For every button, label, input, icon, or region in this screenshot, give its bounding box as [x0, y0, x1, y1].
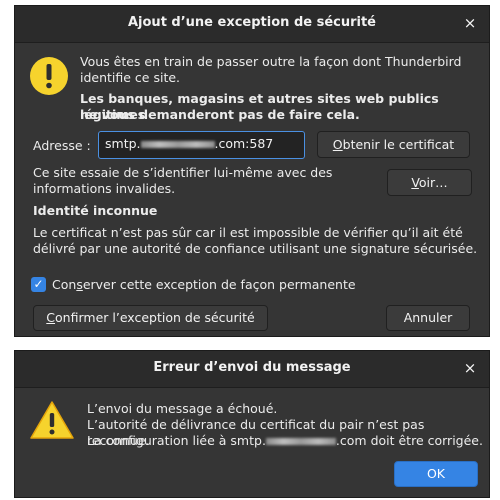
confirm-accel: C — [46, 310, 56, 325]
error-line-3-suffix: .com doit être corrigée. — [335, 433, 483, 448]
permanent-label[interactable]: Conserver cette exception de façon perma… — [52, 277, 356, 293]
titlebar[interactable]: Erreur d’envoi du message × — [15, 351, 489, 388]
address-label: Adresse : — [33, 138, 91, 153]
security-exception-dialog: Ajout d’une exception de sécurité × Vous… — [14, 5, 490, 337]
warning-line-2: ne vous demanderont pas de faire cela. — [80, 107, 360, 122]
warning-triangle-icon — [29, 399, 75, 445]
titlebar[interactable]: Ajout d’une exception de sécurité × — [15, 6, 489, 43]
error-line-3-prefix: La configuration liée à smtp. — [87, 433, 266, 448]
intro-line-2: identifie ce site. — [80, 70, 181, 85]
get-certificate-accel: O — [332, 137, 343, 152]
cancel-button[interactable]: Annuler — [386, 305, 470, 331]
confirm-label: onfirmer l’exception de sécurité — [55, 310, 255, 325]
ok-button[interactable]: OK — [394, 461, 478, 487]
close-icon[interactable]: × — [461, 14, 479, 32]
invalid-info-line-1: Ce site essaie de s’identifier lui-même … — [33, 165, 333, 180]
view-accel: V — [411, 175, 419, 190]
permanent-label-post: erver cette exception de façon permanent… — [82, 277, 356, 292]
confirm-exception-button[interactable]: Confirmer l’exception de sécurité — [33, 305, 268, 331]
invalid-info-line-2: informations invalides. — [33, 181, 176, 196]
permanent-label-pre: Con — [52, 277, 77, 292]
get-certificate-button[interactable]: Obtenir le certificat — [317, 131, 470, 158]
view-label: oir… — [418, 175, 448, 190]
error-line-1: L’envoi du message a échoué. — [87, 401, 278, 416]
identity-heading: Identité inconnue — [33, 203, 158, 218]
warning-circle-icon — [29, 56, 69, 100]
identity-line-1: Le certificat n’est pas sûr car il est i… — [33, 225, 463, 240]
address-prefix: smtp. — [105, 136, 141, 151]
send-error-dialog: Erreur d’envoi du message × L’envoi du m… — [14, 350, 490, 498]
error-line-3: La configuration liée à smtp. .com doit ê… — [87, 433, 483, 449]
address-suffix: .com:587 — [214, 136, 274, 151]
close-icon[interactable]: × — [461, 359, 479, 377]
address-input[interactable]: smtp. .com:587 — [98, 131, 305, 159]
intro-line-1: Vous êtes en train de passer outre la fa… — [80, 54, 462, 69]
dialog-title: Erreur d’envoi du message — [153, 360, 351, 375]
redacted-domain — [265, 438, 336, 445]
get-certificate-label: btenir le certificat — [342, 137, 455, 152]
identity-line-2: délivré par une autorité de confiance ut… — [33, 241, 478, 256]
permanent-checkbox[interactable]: ✓ — [31, 277, 46, 292]
dialog-title: Ajout d’une exception de sécurité — [127, 15, 376, 30]
view-button[interactable]: Voir… — [387, 169, 472, 196]
redacted-domain — [140, 141, 215, 148]
